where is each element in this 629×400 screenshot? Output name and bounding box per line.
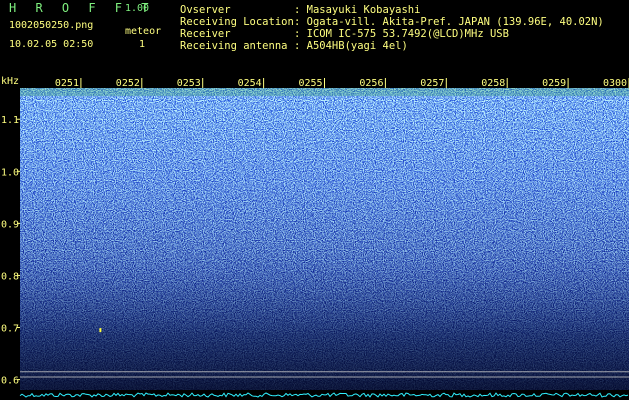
- y-tick-label-0.9: 0.9: [1, 219, 19, 230]
- info-key-observer: Ovserver: [180, 4, 231, 16]
- x-tick-label-0253: 0253: [177, 78, 201, 89]
- y-tick-label-1.1: 1.1: [1, 115, 19, 126]
- y-tick-label-0.6: 0.6: [1, 376, 19, 387]
- meteor-label: meteor: [125, 26, 162, 37]
- y-tick-label-0.8: 0.8: [1, 271, 19, 282]
- x-tick-label-0259: 0259: [542, 78, 566, 89]
- spectrogram-top-band: [20, 88, 629, 96]
- x-tick-label-0251: 0251: [55, 78, 79, 89]
- x-axis-ticks: 0251 0252 0253 0254 0255 0256 0257 0258 0259 0300: [55, 78, 629, 89]
- signal-trace: [19, 392, 629, 398]
- app-version: 1.00: [125, 3, 150, 14]
- info-value-receiver: : ICOM IC-575 53.7492(@LCD)MHz USB: [294, 28, 509, 40]
- header: H R O F F T 1.00 1002050250.png meteor 1…: [0, 0, 629, 76]
- info-value-location: : Ogata-vill. Akita-Pref. JAPAN (139.96E…: [294, 16, 604, 28]
- spectrogram-chart: 0251 0252 0253 0254 0255 0256 0257 0258 0259 0300…: [1, 76, 629, 398]
- x-tick-label-0258: 0258: [481, 78, 505, 89]
- y-tick-label-0.7: 0.7: [1, 324, 19, 335]
- x-tick-label-0300: 0300: [603, 78, 627, 89]
- x-tick-label-0254: 0254: [238, 78, 262, 89]
- meteor-count: 1: [139, 39, 146, 50]
- info-key-location: Receiving Location: [180, 16, 294, 28]
- x-tick-label-0256: 0256: [359, 78, 383, 89]
- date-time: 10.02.05 02:50: [9, 39, 94, 50]
- y-tick-label-1.0: 1.0: [1, 167, 19, 178]
- info-key-antenna: Receiving antenna: [180, 40, 288, 52]
- spectrogram-plot-area: [20, 88, 629, 390]
- y-axis-ticks: 1.1 1.0 0.9 0.8 0.7 0.6: [1, 115, 20, 387]
- meteor-events: [99, 328, 102, 333]
- info-value-antenna: : A504HB(yagi 4el): [294, 40, 408, 52]
- info-value-observer: : Masayuki Kobayashi: [294, 4, 421, 16]
- x-tick-label-0252: 0252: [116, 78, 140, 89]
- spectrogram-noise-bright: [20, 88, 629, 390]
- info-key-receiver: Receiver: [180, 28, 231, 40]
- meteor-event-0: [99, 328, 102, 333]
- file-name: 1002050250.png: [9, 20, 94, 31]
- y-axis-label: kHz: [1, 76, 19, 87]
- x-tick-label-0255: 0255: [299, 78, 323, 89]
- x-tick-label-0257: 0257: [420, 78, 444, 89]
